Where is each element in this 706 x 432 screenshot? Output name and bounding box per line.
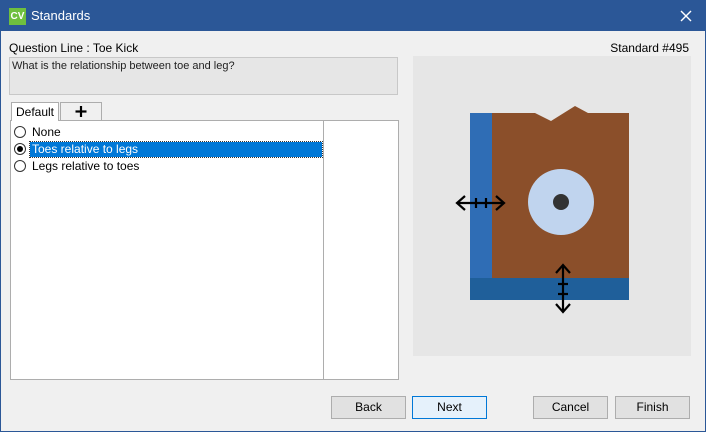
next-button[interactable]: Next [412, 396, 487, 419]
question-textbox[interactable]: What is the relationship between toe and… [9, 57, 398, 95]
plus-icon [75, 106, 87, 117]
back-button[interactable]: Back [331, 396, 406, 419]
option-none[interactable]: None [14, 124, 63, 140]
standard-number-label: Standard #495 [610, 41, 689, 55]
cancel-button[interactable]: Cancel [533, 396, 608, 419]
option-toes-relative-to-legs[interactable]: Toes relative to legs [14, 140, 323, 158]
standards-dialog: CV Standards Question Line : Toe Kick St… [0, 0, 706, 432]
option-legs-relative-to-toes[interactable]: Legs relative to toes [14, 158, 141, 174]
close-button[interactable] [675, 5, 697, 27]
tab-default[interactable]: Default [11, 102, 59, 121]
title-bar: CV Standards [1, 1, 705, 31]
options-list: None Toes relative to legs Legs relative… [10, 120, 399, 380]
radio-legs-relative-to-toes[interactable] [14, 160, 26, 172]
finish-button[interactable]: Finish [615, 396, 690, 419]
window-title: Standards [31, 8, 91, 23]
add-tab-button[interactable] [60, 102, 102, 120]
toe-kick-diagram [455, 106, 629, 314]
option-label: None [32, 124, 61, 139]
radio-toes-relative-to-legs[interactable] [14, 143, 26, 155]
hole-inner [553, 194, 569, 210]
question-line-label: Question Line : Toe Kick [9, 41, 139, 55]
app-logo-icon: CV [9, 8, 26, 25]
radio-none[interactable] [14, 126, 26, 138]
close-icon [680, 10, 692, 22]
list-divider [323, 121, 324, 379]
toe-kick [470, 278, 629, 300]
option-label: Toes relative to legs [29, 140, 323, 158]
preview-panel [413, 56, 691, 356]
option-label: Legs relative to toes [32, 158, 140, 173]
